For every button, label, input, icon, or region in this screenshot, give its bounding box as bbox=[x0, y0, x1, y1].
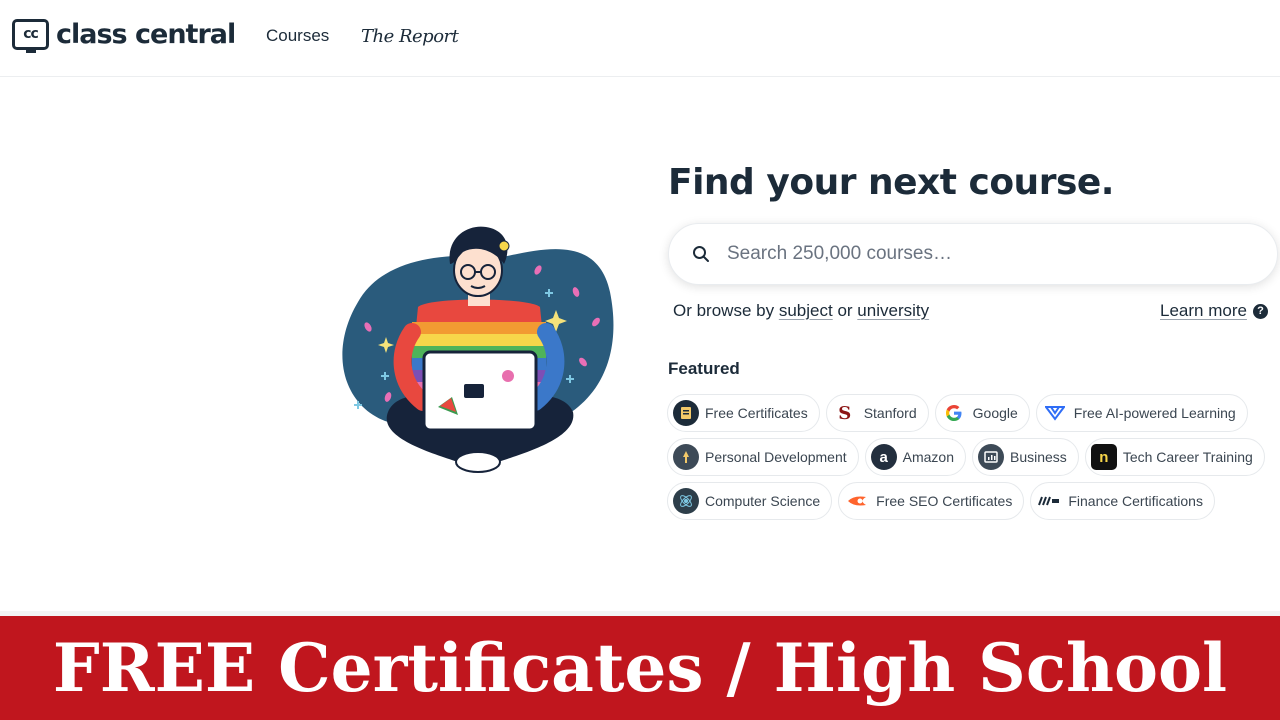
certificate-icon bbox=[673, 400, 699, 426]
featured-heading: Featured bbox=[668, 359, 740, 378]
search-input[interactable] bbox=[727, 243, 1247, 265]
hero-illustration bbox=[342, 226, 614, 473]
browse-university-link[interactable]: university bbox=[857, 301, 929, 320]
chip-amazon[interactable]: a Amazon bbox=[864, 438, 966, 476]
chip-computer-science[interactable]: Computer Science bbox=[667, 482, 833, 520]
chip-label: Finance Certifications bbox=[1068, 493, 1203, 509]
featured-row-1: Free Certificates S Stanford Google Free… bbox=[667, 394, 1248, 432]
ai-learning-icon bbox=[1041, 400, 1068, 426]
chip-label: Personal Development bbox=[705, 449, 847, 465]
browse-links: Or browse by subject or university bbox=[673, 301, 929, 321]
chip-business[interactable]: Business bbox=[972, 438, 1079, 476]
featured-row-2: Personal Development a Amazon Business n… bbox=[667, 438, 1265, 476]
chip-label: Computer Science bbox=[705, 493, 821, 509]
chip-free-ai-learning[interactable]: Free AI-powered Learning bbox=[1035, 394, 1248, 432]
chip-personal-development[interactable]: Personal Development bbox=[667, 438, 859, 476]
chip-google[interactable]: Google bbox=[934, 394, 1030, 432]
chip-finance-certifications[interactable]: Finance Certifications bbox=[1030, 482, 1215, 520]
learn-more-label: Learn more bbox=[1160, 301, 1247, 320]
chip-label: Amazon bbox=[902, 449, 954, 465]
stanford-icon: S bbox=[831, 400, 858, 426]
google-icon bbox=[940, 400, 967, 426]
chip-tech-career-training[interactable]: n Tech Career Training bbox=[1084, 438, 1265, 476]
logo-text: class central bbox=[56, 19, 236, 50]
banner-text: FREE Certificates / High School bbox=[52, 629, 1228, 707]
featured-row-3: Computer Science Free SEO Certificates F… bbox=[667, 482, 1215, 520]
search-bar[interactable] bbox=[668, 223, 1278, 285]
promo-banner: FREE Certificates / High School bbox=[0, 616, 1280, 720]
site-header: cc class central Courses The Report bbox=[0, 0, 1280, 77]
chip-label: Free AI-powered Learning bbox=[1073, 405, 1236, 421]
nav-report-link[interactable]: The Report bbox=[361, 26, 459, 47]
chip-stanford[interactable]: S Stanford bbox=[825, 394, 929, 432]
nav-courses-link[interactable]: Courses bbox=[266, 26, 329, 46]
chip-label: Free Certificates bbox=[705, 405, 808, 421]
chip-label: Free SEO Certificates bbox=[876, 493, 1013, 509]
finance-icon bbox=[1036, 488, 1063, 514]
computer-science-icon bbox=[673, 488, 699, 514]
logo-mark: cc bbox=[12, 19, 49, 53]
logo-mark-text: cc bbox=[23, 25, 39, 42]
chip-label: Stanford bbox=[863, 405, 917, 421]
chip-free-seo-certificates[interactable]: Free SEO Certificates bbox=[838, 482, 1025, 520]
seo-icon bbox=[844, 488, 871, 514]
help-icon: ? bbox=[1252, 303, 1268, 319]
browse-prefix: Or browse by bbox=[673, 301, 775, 320]
business-icon bbox=[978, 444, 1004, 470]
chip-free-certificates[interactable]: Free Certificates bbox=[667, 394, 820, 432]
hero-title: Find your next course. bbox=[668, 162, 1114, 203]
learn-more-link[interactable]: Learn more ? bbox=[1160, 301, 1268, 321]
browse-or: or bbox=[837, 301, 853, 320]
tech-career-icon: n bbox=[1090, 444, 1117, 470]
search-icon[interactable] bbox=[691, 244, 711, 264]
class-central-logo[interactable]: cc class central bbox=[12, 19, 236, 53]
personal-development-icon bbox=[673, 444, 699, 470]
amazon-icon: a bbox=[870, 444, 897, 470]
chip-label: Google bbox=[972, 405, 1018, 421]
chip-label: Business bbox=[1010, 449, 1067, 465]
chip-label: Tech Career Training bbox=[1122, 449, 1253, 465]
browse-subject-link[interactable]: subject bbox=[779, 301, 833, 320]
